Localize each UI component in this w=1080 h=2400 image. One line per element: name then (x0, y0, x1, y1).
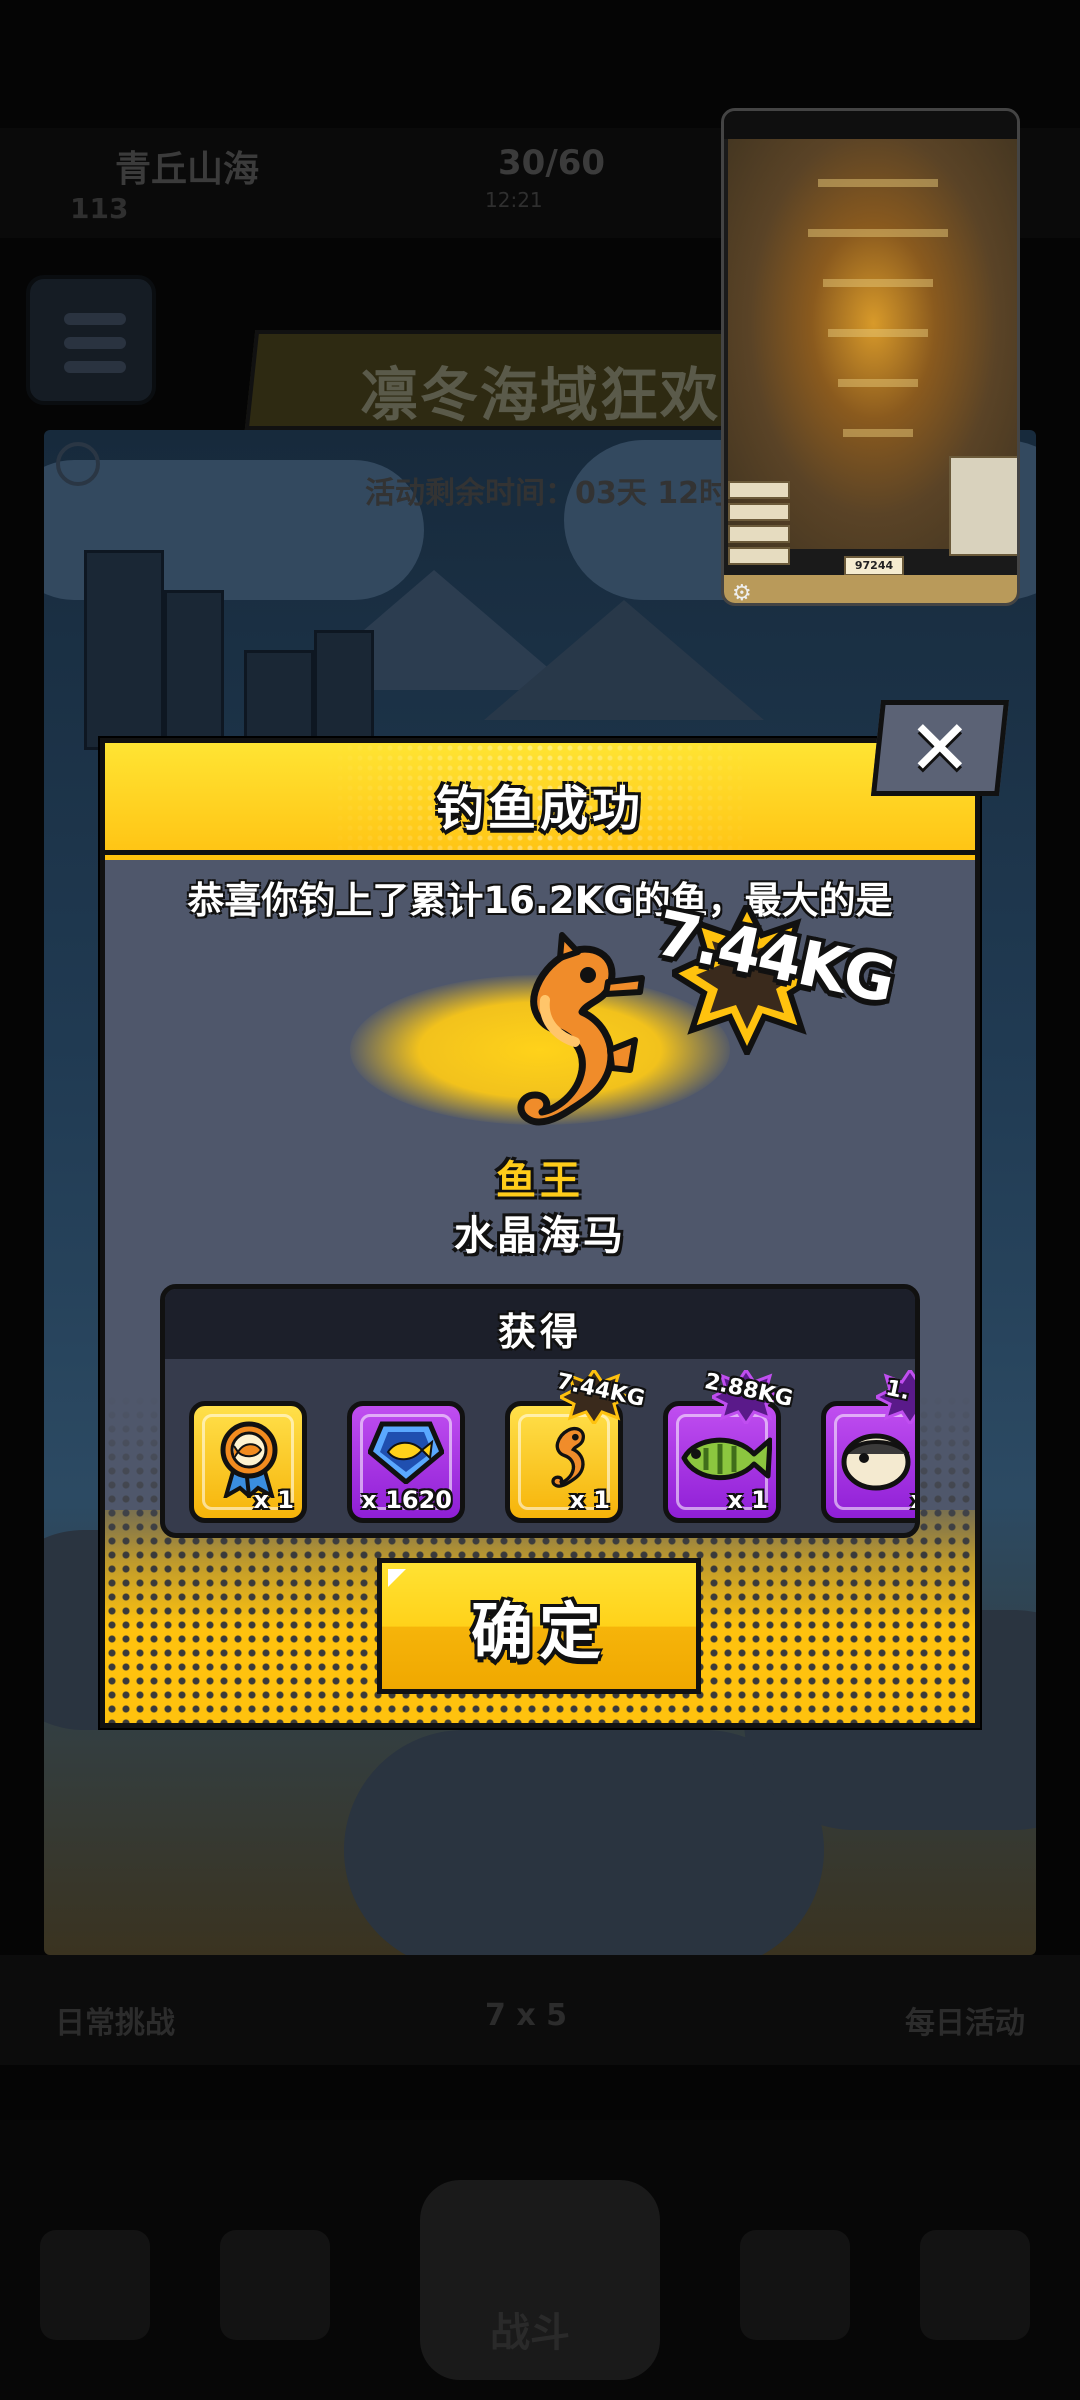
tab-multiplier[interactable]: 7 x 5 (485, 1998, 567, 2033)
fish-king-label: 鱼王 (496, 1158, 584, 1204)
reward-item[interactable]: 2.88KG x 1 (663, 1369, 795, 1523)
reward-item[interactable]: 7.44KG x 1 (505, 1369, 647, 1523)
reward-qty: x 1 (569, 1486, 610, 1514)
minimap-toolbar (724, 575, 1017, 603)
nav-hero-icon[interactable] (740, 2230, 850, 2340)
pufferfish-icon (841, 1433, 911, 1491)
gear-icon[interactable]: ⚙ (732, 581, 752, 603)
seahorse-icon (517, 932, 645, 1126)
congrats-text: 恭喜你钓上了累计16.2KG的鱼，最大的是 (187, 879, 893, 922)
close-button[interactable]: ✕ (870, 700, 1010, 796)
fish-name: 水晶海马 (454, 1213, 626, 1259)
info-icon[interactable] (56, 442, 100, 486)
energy-counter: 30/60 (498, 143, 606, 183)
reward-item[interactable]: 1. x (821, 1370, 915, 1523)
minimap-score: 97244 (844, 556, 904, 576)
tab-daily-challenge[interactable]: 日常挑战 (55, 1998, 175, 2042)
energy-timer: 12:21 (485, 188, 543, 212)
rewards-panel: 获得 x 1 x 1620 7.44KG x 1 2.88KG x 1 1. (160, 1284, 920, 1538)
dialog-title: 钓鱼成功 (435, 781, 644, 837)
rewards-title: 获得 (497, 1310, 582, 1354)
minimap-goal-panel (949, 456, 1017, 556)
menu-button[interactable] (26, 275, 156, 405)
player-level: 113 (70, 192, 129, 225)
player-name: 青丘山海 (115, 149, 260, 190)
event-title: 凛冬海域狂欢 (360, 361, 721, 429)
tab-daily-event[interactable]: 每日活动 (905, 1998, 1025, 2042)
dialog-header: 钓鱼成功 (105, 743, 975, 855)
nav-equipment-icon[interactable] (220, 2230, 330, 2340)
reward-qty: x (911, 1486, 915, 1514)
reward-qty: x 1 (727, 1486, 768, 1514)
reward-qty: x 1 (253, 1486, 294, 1514)
nav-shop-icon[interactable] (40, 2230, 150, 2340)
reward-qty: x 1620 (361, 1486, 452, 1514)
confirm-button[interactable]: 确定 (377, 1558, 701, 1694)
green-fish-icon (681, 1437, 772, 1480)
nav-map-icon[interactable] (920, 2230, 1030, 2340)
reward-item[interactable]: x 1620 (347, 1401, 465, 1523)
fish-coin-icon (368, 1421, 444, 1484)
reward-item[interactable]: x 1 (189, 1401, 307, 1523)
minimap-titlebar[interactable] (724, 111, 1017, 139)
confirm-label: 确定 (470, 1595, 607, 1668)
game-screen: 青丘山海 113 30/60 12:21 凛冬海域狂欢 活动剩余时间：03天 1… (0, 0, 1080, 2400)
reward-weight-tag: 1. (883, 1375, 913, 1406)
nav-battle-label: 战斗 (490, 2310, 570, 2356)
floating-minimap[interactable]: 97244 ⚙ (721, 108, 1020, 606)
event-remaining-time: 活动剩余时间：03天 12时 (365, 476, 729, 511)
rewards-list[interactable]: x 1 x 1620 7.44KG x 1 2.88KG x 1 1. (165, 1359, 915, 1533)
close-icon: ✕ (908, 703, 972, 792)
